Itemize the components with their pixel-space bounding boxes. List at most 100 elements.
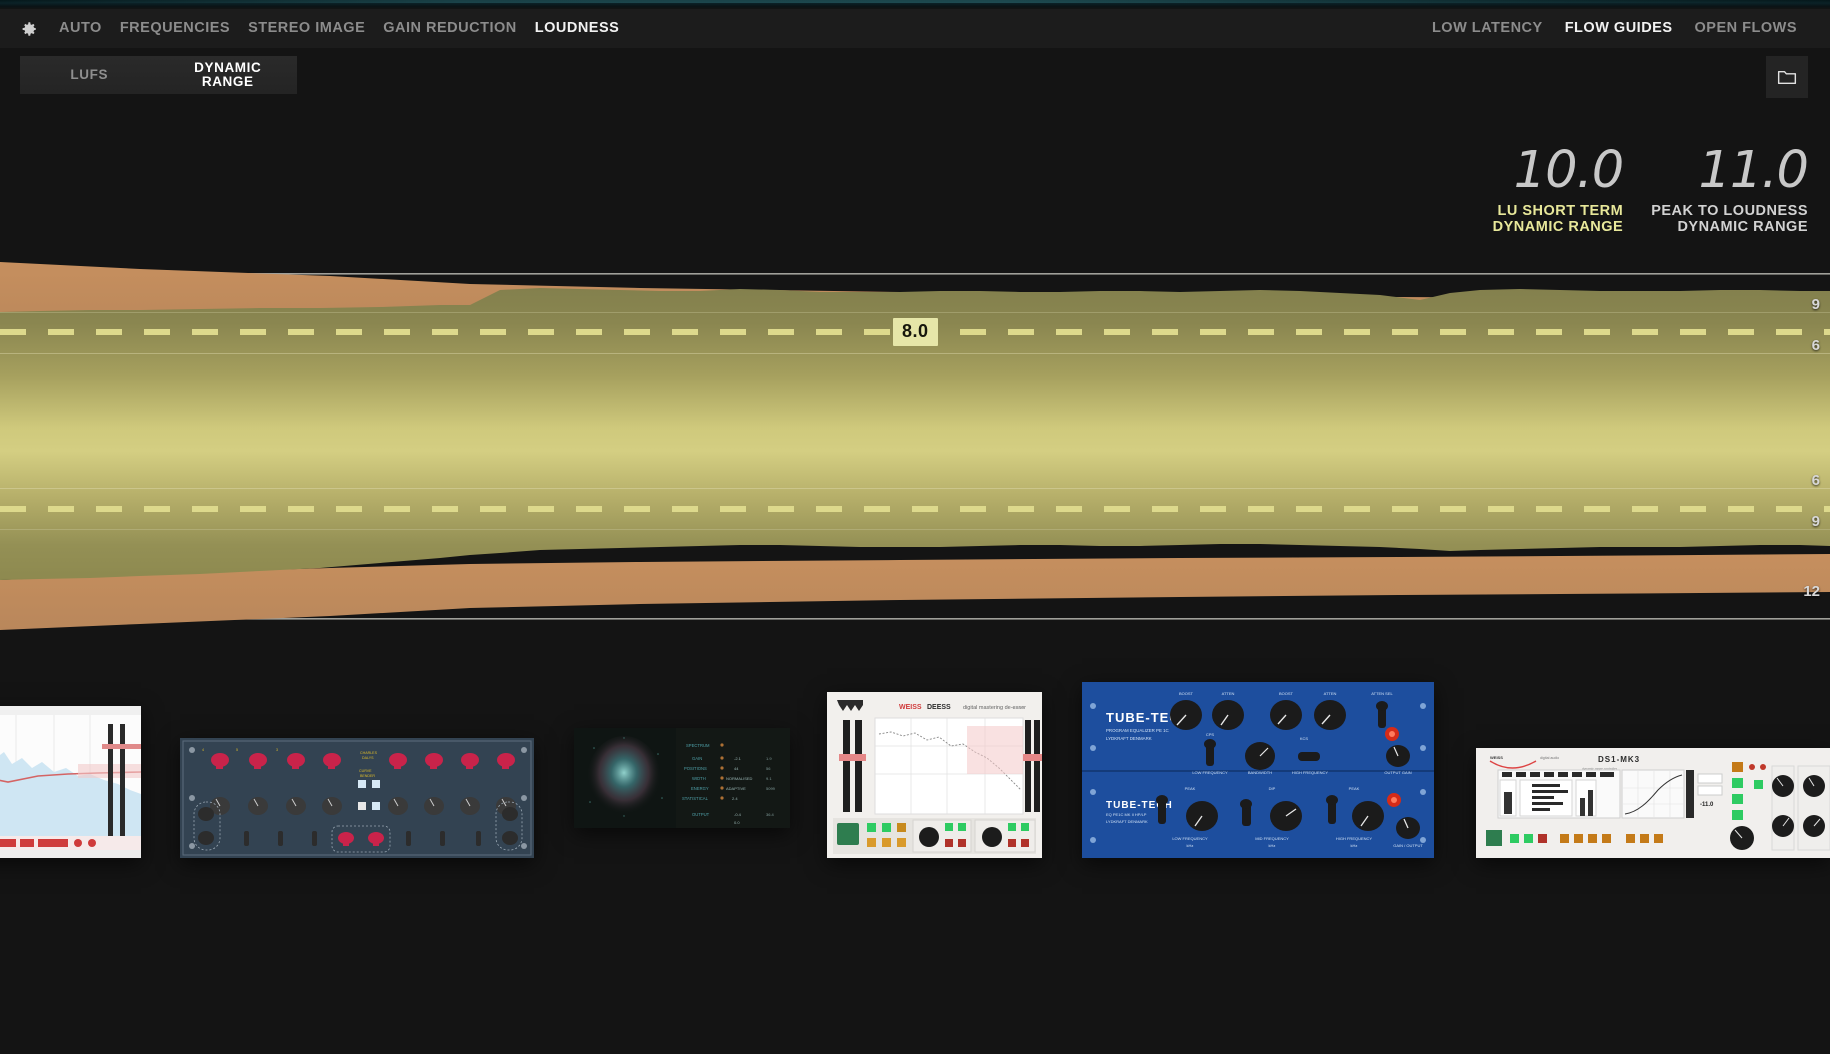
gear-icon[interactable] xyxy=(14,14,44,44)
svg-text:CHARLES: CHARLES xyxy=(360,751,378,755)
svg-text:3: 3 xyxy=(276,748,278,752)
svg-text:kHz: kHz xyxy=(1351,843,1358,848)
svg-text:5: 5 xyxy=(236,748,238,752)
svg-text:WEISS: WEISS xyxy=(1490,755,1503,760)
svg-text:digital audio: digital audio xyxy=(1540,756,1559,760)
svg-text:v1.0.0: v1.0.0 xyxy=(1013,705,1025,710)
readout-peak-to-loudness-value: 11.0 xyxy=(1651,148,1808,194)
dynamic-range-graph[interactable]: 12 9 6 6 9 12 xyxy=(0,250,1830,642)
plugin-thumb-weiss-deess[interactable]: WEISS DEESS digital mastering de-esser v… xyxy=(827,692,1042,858)
plugin-thumb-curve-bender[interactable]: 4 5 3 CHARLESDALYS CURVEBENDER xyxy=(180,738,534,858)
nav-item-gain-reduction[interactable]: GAIN REDUCTION xyxy=(374,9,525,48)
svg-text:BOOST: BOOST xyxy=(1179,691,1194,696)
gridline-9-top xyxy=(0,312,1830,313)
nav-item-frequencies[interactable]: FREQUENCIES xyxy=(111,9,239,48)
mode-option-dynamic-range[interactable]: DYNAMIC RANGE xyxy=(159,61,298,90)
axis-label-bottom-12: 12 xyxy=(1803,583,1820,600)
plugin-thumb-nebula-processor[interactable]: SPECTRUM GAIN POSITIONS WIDTH ENERGY STA… xyxy=(574,728,790,828)
svg-text:PEAK: PEAK xyxy=(1349,786,1360,791)
svg-text:CURVE: CURVE xyxy=(359,769,372,773)
axis-label-bottom-6: 6 xyxy=(1812,472,1820,489)
nav-item-flow-guides[interactable]: FLOW GUIDES xyxy=(1554,9,1684,48)
svg-text:ATTEN: ATTEN xyxy=(1222,691,1235,696)
svg-text:44: 44 xyxy=(734,766,739,771)
svg-text:STATISTICAL: STATISTICAL xyxy=(682,796,709,801)
svg-text:HIGH FREQUENCY: HIGH FREQUENCY xyxy=(1336,836,1373,841)
svg-text:PEAK: PEAK xyxy=(1185,786,1196,791)
svg-text:WEISS: WEISS xyxy=(899,704,922,711)
top-nav-right-group: LOW LATENCY FLOW GUIDES OPEN FLOWS xyxy=(1421,9,1830,48)
nav-item-loudness[interactable]: LOUDNESS xyxy=(526,9,629,48)
svg-text:0.0: 0.0 xyxy=(734,820,740,825)
titlebar-sheen xyxy=(0,0,1830,3)
axis-label-top-9: 9 xyxy=(1812,296,1820,313)
svg-text:KCS: KCS xyxy=(1300,736,1309,741)
svg-text:GAIN / OUTPUT: GAIN / OUTPUT xyxy=(1393,843,1423,848)
svg-text:1.9: 1.9 xyxy=(766,756,772,761)
svg-text:HIGH FREQUENCY: HIGH FREQUENCY xyxy=(1292,770,1329,775)
nav-item-open-flows[interactable]: OPEN FLOWS xyxy=(1684,9,1808,48)
plugin-window: AUTO FREQUENCIES STEREO IMAGE GAIN REDUC… xyxy=(0,0,1830,1054)
readout-lu-short-term: 10.0 LU SHORT TERM DYNAMIC RANGE xyxy=(1493,148,1624,235)
svg-text:EQ PE1C MK II HP/LP: EQ PE1C MK II HP/LP xyxy=(1106,812,1147,817)
svg-text:NORMALISED: NORMALISED xyxy=(726,776,753,781)
svg-text:ATTEN SEL: ATTEN SEL xyxy=(1371,691,1393,696)
svg-text:kHz: kHz xyxy=(1187,843,1194,848)
nav-item-stereo-image[interactable]: STEREO IMAGE xyxy=(239,9,374,48)
svg-text:LYDKRAFT DENMARK: LYDKRAFT DENMARK xyxy=(1106,819,1148,824)
svg-text:GAIN: GAIN xyxy=(692,756,702,761)
top-nav-left-group: AUTO FREQUENCIES STEREO IMAGE GAIN REDUC… xyxy=(0,9,628,48)
svg-text:LOW FREQUENCY: LOW FREQUENCY xyxy=(1172,836,1208,841)
plugin-thumb-spectrum-analyzer[interactable] xyxy=(0,706,141,858)
gridline-9-bottom xyxy=(0,529,1830,530)
svg-text:POSITIONS: POSITIONS xyxy=(684,766,707,771)
svg-text:DALYS: DALYS xyxy=(362,756,374,760)
readout-peak-to-loudness: 11.0 PEAK TO LOUDNESS DYNAMIC RANGE xyxy=(1651,148,1808,235)
svg-text:OUTPUT GAIN: OUTPUT GAIN xyxy=(1384,770,1411,775)
svg-text:2.4: 2.4 xyxy=(732,796,738,801)
svg-text:4: 4 xyxy=(202,748,204,752)
nav-item-low-latency[interactable]: LOW LATENCY xyxy=(1421,9,1554,48)
nav-item-auto[interactable]: AUTO xyxy=(50,9,111,48)
top-navigation-bar: AUTO FREQUENCIES STEREO IMAGE GAIN REDUC… xyxy=(0,9,1830,48)
window-titlebar xyxy=(0,0,1830,9)
svg-text:MID FREQUENCY: MID FREQUENCY xyxy=(1255,836,1289,841)
target-dynamic-range-badge[interactable]: 8.0 xyxy=(893,318,938,346)
svg-text:DS1-MK3: DS1-MK3 xyxy=(1598,755,1640,764)
svg-text:56: 56 xyxy=(766,766,771,771)
plugin-dock: 453 CHARLESDALYS CURVEBENDER xyxy=(0,754,1830,1054)
svg-text:LYDKRAFT DENMARK: LYDKRAFT DENMARK xyxy=(1106,736,1152,741)
axis-label-top-6: 6 xyxy=(1812,337,1820,354)
svg-text:ADAPTIVE: ADAPTIVE xyxy=(726,786,746,791)
svg-text:ATTEN: ATTEN xyxy=(1324,691,1337,696)
readout-lu-short-term-value: 10.0 xyxy=(1493,148,1624,194)
readout-peak-to-loudness-label: PEAK TO LOUDNESS DYNAMIC RANGE xyxy=(1651,203,1808,235)
plugin-thumb-weiss-ds1-mk3[interactable]: WEISS digital audio DS1-MK3 dynamic rang… xyxy=(1476,748,1830,858)
folder-icon[interactable] xyxy=(1766,56,1808,98)
loudness-readouts: 10.0 LU SHORT TERM DYNAMIC RANGE 11.0 PE… xyxy=(1493,148,1808,235)
svg-text:LOW FREQUENCY: LOW FREQUENCY xyxy=(1192,770,1228,775)
svg-text:PROGRAM EQUALIZER PE 1C: PROGRAM EQUALIZER PE 1C xyxy=(1106,728,1169,733)
svg-text:kHz: kHz xyxy=(1269,843,1276,848)
svg-text:DIP: DIP xyxy=(1269,786,1276,791)
svg-text:CPS: CPS xyxy=(1206,732,1215,737)
svg-text:36.4: 36.4 xyxy=(766,812,775,817)
svg-text:5099: 5099 xyxy=(766,786,776,791)
gridline-6-bottom xyxy=(0,488,1830,489)
svg-text:-2.1: -2.1 xyxy=(734,756,742,761)
svg-text:ENERGY: ENERGY xyxy=(691,786,709,791)
svg-text:BOOST: BOOST xyxy=(1279,691,1294,696)
svg-text:WIDTH: WIDTH xyxy=(692,776,706,781)
svg-text:-0.4: -0.4 xyxy=(734,812,742,817)
svg-text:BANDWIDTH: BANDWIDTH xyxy=(1248,770,1272,775)
dynamic-range-plot xyxy=(0,250,1830,642)
gridline-6-top xyxy=(0,353,1830,354)
svg-text:BENDER: BENDER xyxy=(360,774,375,778)
readout-lu-short-term-label: LU SHORT TERM DYNAMIC RANGE xyxy=(1493,203,1624,235)
loudness-mode-toggle[interactable]: LUFS DYNAMIC RANGE xyxy=(20,56,297,94)
plugin-thumb-tube-tech-eq[interactable]: TUBE-TECH PROGRAM EQUALIZER PE 1C LYDKRA… xyxy=(1082,682,1434,858)
svg-text:-11.0: -11.0 xyxy=(1700,802,1714,808)
mode-option-lufs[interactable]: LUFS xyxy=(20,68,159,82)
axis-label-bottom-9: 9 xyxy=(1812,513,1820,530)
svg-text:OUTPUT: OUTPUT xyxy=(692,812,710,817)
